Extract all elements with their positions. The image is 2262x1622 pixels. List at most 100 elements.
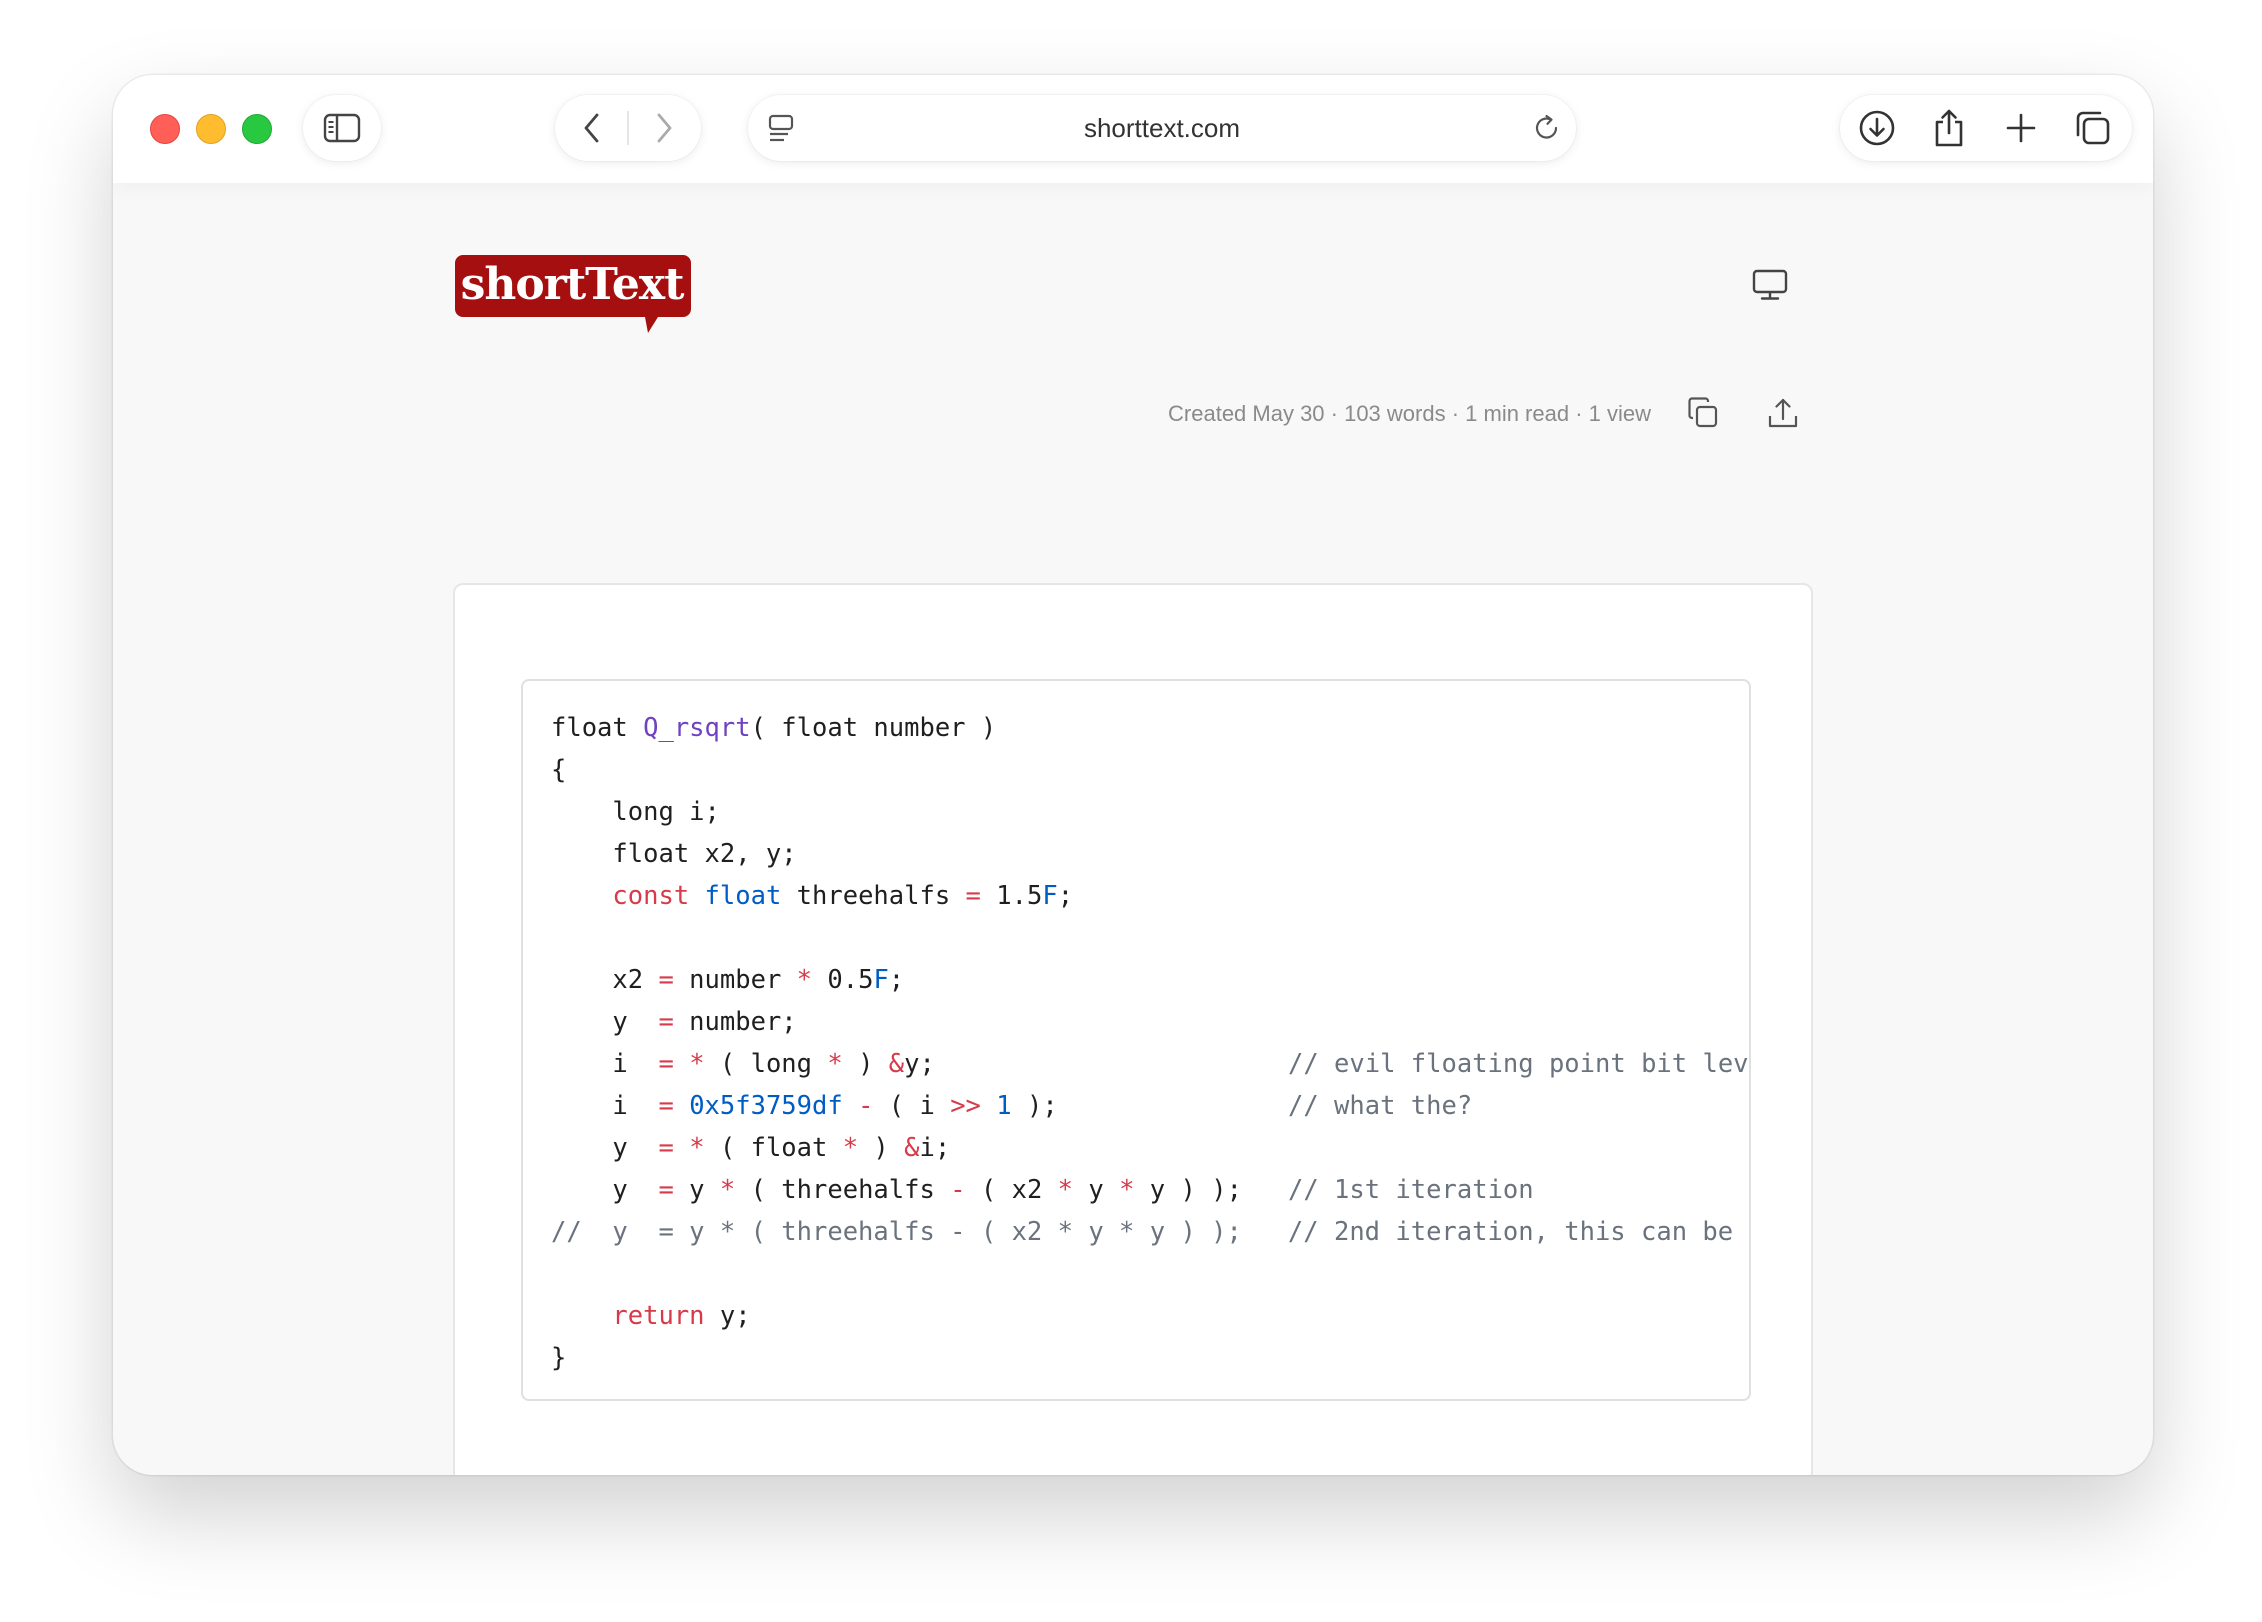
shorttext-logo[interactable]: shortText: [453, 253, 693, 333]
code-token: ( float: [704, 1133, 843, 1163]
code-token: =: [658, 965, 674, 995]
code-token: ;: [1057, 881, 1074, 911]
code-token: &: [888, 1049, 905, 1079]
code-token: ( long: [704, 1049, 828, 1079]
code-token: *: [1057, 1175, 1074, 1205]
code-token: y;: [904, 1049, 1288, 1079]
new-tab-button[interactable]: [1986, 95, 2056, 161]
code-token: float x2, y;: [551, 839, 797, 869]
code-token: );: [1011, 1091, 1288, 1121]
code-token: // y = y * ( threehalfs - ( x2 * y * y )…: [551, 1217, 1751, 1247]
code-token: // what the?: [1287, 1091, 1473, 1121]
navigation-pill: [555, 95, 701, 161]
url-text: shorttext.com: [1083, 113, 1241, 143]
code-token: return: [612, 1301, 705, 1331]
address-bar[interactable]: shorttext.com: [748, 95, 1576, 161]
code-token: float: [551, 713, 644, 743]
code-token: =: [658, 1133, 674, 1163]
code-token: y: [551, 1133, 659, 1163]
code-token: =: [658, 1175, 674, 1205]
back-button[interactable]: [557, 95, 627, 161]
code-token: {: [551, 755, 567, 785]
code-line: i = * ( long * ) &y; // evil floating po…: [551, 1043, 1749, 1085]
code-token: ): [858, 1133, 905, 1163]
code-token: *: [842, 1133, 859, 1163]
code-token: ;: [888, 965, 905, 995]
code-token: *: [689, 1133, 705, 1163]
code-line: return y;: [551, 1295, 1749, 1337]
code-line: }: [551, 1337, 1749, 1379]
code-block: float Q_rsqrt( float number ) { long i; f…: [521, 679, 1751, 1401]
code-token: y: [1073, 1175, 1120, 1205]
code-token: *: [796, 965, 813, 995]
code-line: {: [551, 749, 1749, 791]
downloads-button[interactable]: [1842, 95, 1912, 161]
share-icon: [1935, 109, 1963, 147]
code-line: x2 = number * 0.5F;: [551, 959, 1749, 1001]
code-token: 0.5: [812, 965, 874, 995]
code-token: ( float number ): [750, 713, 997, 743]
monitor-icon: [1752, 269, 1788, 300]
code-token: *: [689, 1049, 705, 1079]
code-token: float: [704, 881, 782, 911]
code-line: float Q_rsqrt( float number ): [551, 707, 1749, 749]
code-token: *: [719, 1175, 736, 1205]
code-token: long i;: [551, 797, 720, 827]
code-token: >>: [950, 1091, 981, 1121]
zoom-window-button[interactable]: [242, 114, 272, 144]
code-token: F: [873, 965, 889, 995]
code-line: i = 0x5f3759df - ( i >> 1 ); // what the…: [551, 1085, 1749, 1127]
code-token: =: [658, 1091, 674, 1121]
code-token: ( threehalfs: [735, 1175, 951, 1205]
reload-button[interactable]: [1532, 113, 1562, 148]
code-token: // evil floating point bit level hacking: [1287, 1049, 1749, 1079]
export-button[interactable]: [1763, 393, 1803, 433]
minimize-window-button[interactable]: [196, 114, 226, 144]
display-mode-button[interactable]: [1752, 269, 1788, 306]
code-token: i: [551, 1091, 659, 1121]
code-line: float x2, y;: [551, 833, 1749, 875]
code-text: float Q_rsqrt( float number ) { long i; f…: [551, 707, 1751, 1379]
code-token: ( i: [873, 1091, 951, 1121]
upload-icon: [1768, 398, 1798, 428]
code-line: y = * ( float * ) &i;: [551, 1127, 1749, 1169]
copy-button[interactable]: [1683, 393, 1723, 433]
code-token: y;: [704, 1301, 751, 1331]
plus-icon: [2006, 113, 2036, 143]
code-line: y = number;: [551, 1001, 1749, 1043]
close-window-button[interactable]: [150, 114, 180, 144]
forward-button[interactable]: [629, 95, 699, 161]
browser-toolbar: shorttext.com: [113, 75, 2153, 183]
code-token: 1.5: [980, 881, 1043, 911]
sidebar-toggle-button[interactable]: [307, 95, 377, 161]
code-token: 1: [996, 1091, 1012, 1121]
tab-overview-button[interactable]: [2058, 95, 2128, 161]
code-token: =: [658, 1007, 674, 1037]
code-token: *: [827, 1049, 843, 1079]
code-token: ): [842, 1049, 889, 1079]
code-token: =: [658, 1049, 674, 1079]
code-token: *: [1119, 1175, 1135, 1205]
code-line: long i;: [551, 791, 1749, 833]
code-token: &: [904, 1133, 920, 1163]
code-token: y: [551, 1007, 659, 1037]
code-token: threehalfs: [781, 881, 966, 911]
reload-icon: [1535, 114, 1558, 139]
code-token: y ) );: [1134, 1175, 1288, 1205]
code-token: y: [551, 1175, 659, 1205]
sidebar-icon: [323, 113, 361, 143]
code-token: Q_rsqrt: [643, 713, 751, 743]
logo-text: shortText: [460, 259, 685, 310]
share-button[interactable]: [1914, 95, 1984, 161]
code-token: 0x5f3759df: [689, 1091, 843, 1121]
code-token: number;: [673, 1007, 797, 1037]
code-token: }: [551, 1343, 567, 1373]
download-icon: [1859, 110, 1895, 146]
chevron-left-icon: [584, 113, 599, 143]
